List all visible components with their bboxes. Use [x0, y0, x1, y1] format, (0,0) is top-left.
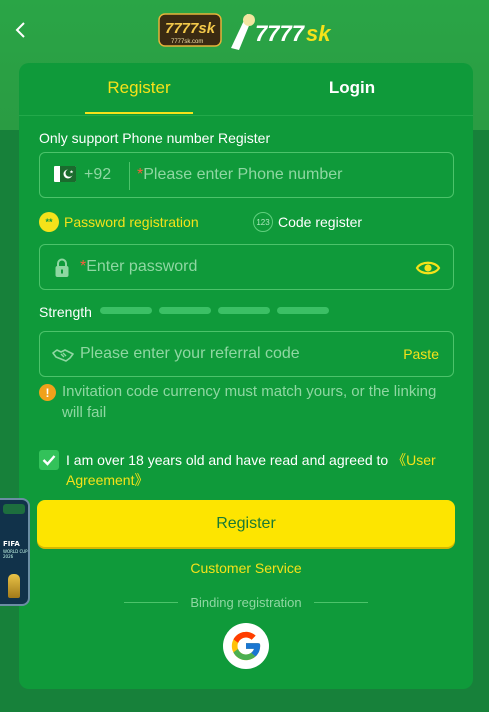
agree-statement: I am over 18 years old and have read and…	[66, 452, 393, 468]
password-mode-icon: **	[39, 212, 59, 232]
customer-service-link[interactable]: Customer Service	[19, 560, 473, 576]
phone-divider	[129, 162, 130, 190]
password-placeholder: Enter password	[86, 258, 198, 275]
support-note: Only support Phone number Register	[39, 130, 271, 146]
google-icon	[231, 631, 261, 661]
register-card: Register Login Only support Phone number…	[19, 63, 473, 689]
binding-divider: Binding registration	[124, 594, 369, 610]
password-field[interactable]: *Enter password	[39, 244, 454, 290]
promo-badge-icon	[3, 504, 25, 514]
svg-text:7777sk.com: 7777sk.com	[171, 39, 203, 45]
handshake-icon	[52, 349, 74, 362]
tab-login[interactable]: Login	[292, 78, 412, 114]
paste-button[interactable]: Paste	[403, 346, 439, 362]
pakistan-flag-icon	[54, 166, 76, 182]
tab-divider	[19, 115, 473, 116]
fifa-promo-banner[interactable]: FIFA WORLD CUP 2026	[0, 498, 30, 606]
strength-bar	[100, 307, 152, 314]
google-login-button[interactable]	[223, 623, 269, 669]
code-register-option[interactable]: 123 Code register	[253, 212, 362, 232]
svg-text:7777: 7777	[255, 21, 306, 46]
code-mode-label: Code register	[278, 214, 363, 230]
strength-bar	[218, 307, 270, 314]
strength-bar	[159, 307, 211, 314]
binding-label: Binding registration	[190, 594, 302, 610]
phone-input[interactable]: *Please enter Phone number	[137, 166, 342, 184]
register-button[interactable]: Register	[37, 500, 455, 547]
agree-checkbox[interactable]	[39, 450, 59, 470]
referral-field[interactable]: Please enter your referral code Paste	[39, 331, 454, 377]
code-mode-icon: 123	[253, 212, 273, 232]
lock-icon	[55, 258, 69, 277]
country-code[interactable]: +92	[84, 166, 111, 184]
password-registration-option[interactable]: ** Password registration	[39, 212, 199, 232]
trophy-icon	[8, 574, 20, 598]
warning-icon: !	[39, 384, 56, 401]
svg-text:sk: sk	[306, 21, 332, 46]
referral-input[interactable]: Please enter your referral code	[80, 345, 300, 363]
agree-text: I am over 18 years old and have read and…	[66, 450, 461, 490]
check-icon	[42, 455, 56, 466]
back-button[interactable]	[10, 18, 32, 42]
warning-text: Invitation code currency must match your…	[62, 383, 437, 421]
strength-bar	[277, 307, 329, 314]
chevron-left-icon	[15, 22, 25, 38]
phone-placeholder: Please enter Phone number	[143, 166, 343, 183]
phone-field[interactable]: +92 *Please enter Phone number	[39, 152, 454, 198]
brand-logo: 7777sk 7777sk.com 7777 sk	[155, 8, 335, 54]
svg-text:7777sk: 7777sk	[165, 20, 216, 37]
eye-icon[interactable]	[415, 258, 441, 278]
tab-register[interactable]: Register	[85, 78, 193, 114]
promo-subtitle: WORLD CUP 2026	[3, 549, 28, 559]
password-input[interactable]: *Enter password	[80, 258, 197, 276]
password-mode-label: Password registration	[64, 214, 199, 230]
strength-label: Strength	[39, 304, 92, 320]
active-tab-indicator	[85, 112, 193, 114]
promo-title: FIFA	[3, 540, 20, 548]
